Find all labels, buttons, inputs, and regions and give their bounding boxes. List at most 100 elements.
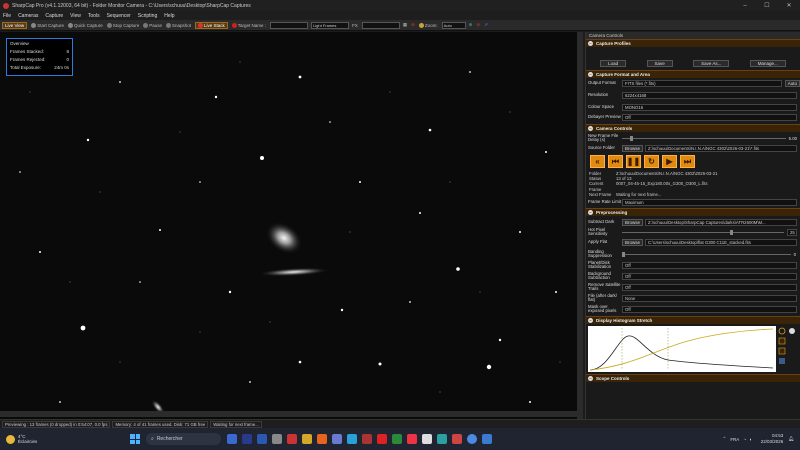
colour-space-select[interactable]: MONO16	[622, 103, 797, 111]
step-back-icon[interactable]: ⏮	[608, 155, 623, 168]
browse-source-button[interactable]: Browse	[622, 144, 644, 152]
grid-icon[interactable]: ▦	[403, 22, 407, 28]
weather-widget[interactable]: 4°C Éclaircies	[0, 434, 130, 444]
rewind-icon[interactable]: «	[590, 155, 605, 168]
zoom-out-icon[interactable]: ⊖	[476, 22, 480, 28]
clock[interactable]: 04:53 22/03/2026	[761, 433, 784, 445]
menu-cameras[interactable]: Cameras	[18, 13, 38, 19]
source-folder-input[interactable]: Z:\schuuu\Documents\N.I.N.A\NGC 4302\202…	[645, 144, 797, 152]
app-icon-green[interactable]	[392, 434, 402, 444]
netflix-icon[interactable]	[377, 434, 387, 444]
app-icon-crimson[interactable]	[452, 434, 462, 444]
hot-pixel-value[interactable]: 25	[787, 228, 797, 236]
app-icon-blue[interactable]	[257, 434, 267, 444]
mask-pixels-select[interactable]: Off	[622, 305, 797, 313]
app-icon-red[interactable]	[362, 434, 372, 444]
save-button[interactable]: Save	[646, 60, 673, 67]
fx-select[interactable]	[361, 21, 400, 29]
sharpcap-taskbar-icon[interactable]	[287, 434, 297, 444]
new-frame-delay-value[interactable]: 5.00	[789, 136, 797, 141]
browse-dark-button[interactable]: Browse	[622, 218, 644, 226]
zoom-select[interactable]: Auto	[441, 21, 466, 29]
menu-sequencer[interactable]: Sequencer	[107, 13, 131, 19]
pause-icon[interactable]: ❚❚	[626, 155, 641, 168]
menu-help[interactable]: Help	[164, 13, 174, 19]
section-histogram[interactable]: − Display Histogram Stretch	[586, 316, 800, 325]
frame-type-select[interactable]: Light Frames	[311, 21, 350, 29]
save-as-button[interactable]: Save As...	[693, 60, 730, 67]
file-after-select[interactable]: None	[622, 294, 797, 302]
auto-button[interactable]: Auto	[784, 79, 800, 87]
apply-flat-select[interactable]: C:\Users\schuuu\Desktop\flat G300 C11E_s…	[645, 238, 797, 246]
close-icon[interactable]: ✕	[778, 2, 800, 9]
minimize-icon[interactable]: –	[734, 3, 756, 9]
app-icon-grey[interactable]	[272, 434, 282, 444]
file-explorer-icon[interactable]	[302, 434, 312, 444]
photoshop-icon[interactable]	[242, 434, 252, 444]
menu-capture[interactable]: Capture	[45, 13, 63, 19]
app-icon-purple[interactable]	[332, 434, 342, 444]
load-button[interactable]: Load	[600, 60, 627, 67]
network-icon[interactable]: ◔	[743, 437, 746, 442]
banding-value[interactable]: 0	[794, 252, 796, 257]
banding-slider[interactable]	[622, 251, 791, 257]
reticle-icon[interactable]: ⊕	[411, 22, 415, 28]
pause-button[interactable]: Pause	[143, 22, 162, 28]
slider-thumb[interactable]	[622, 251, 625, 257]
zoom-in-icon[interactable]: ⊕	[469, 22, 473, 28]
image-viewer[interactable]: Overview Frames Stacked: 8 Frames Rejecte…	[0, 32, 583, 419]
volume-icon[interactable]: ◖	[749, 437, 752, 442]
app-icon-white[interactable]	[422, 434, 432, 444]
slider-thumb[interactable]	[730, 229, 733, 235]
new-frame-delay-slider[interactable]	[622, 135, 786, 141]
maximize-icon[interactable]: ☐	[756, 2, 778, 9]
restart-icon[interactable]: ↻	[644, 155, 659, 168]
stop-capture-button[interactable]: Stop Capture	[106, 22, 139, 28]
app-icon-orange[interactable]	[407, 434, 417, 444]
section-camera-controls[interactable]: − Camera Controls	[586, 124, 800, 132]
section-scope-controls[interactable]: − Scope Controls	[586, 374, 800, 383]
edge-icon[interactable]	[347, 434, 357, 444]
menu-tools[interactable]: Tools	[88, 13, 100, 19]
section-capture-profiles[interactable]: − Capture Profiles	[586, 39, 800, 47]
task-view-icon[interactable]	[227, 434, 237, 444]
step-forward-icon[interactable]: ⏭	[680, 155, 695, 168]
quick-capture-button[interactable]: Quick Capture	[67, 22, 103, 28]
chrome-icon[interactable]	[467, 434, 477, 444]
viewer-vertical-scrollbar[interactable]	[577, 32, 583, 419]
firefox-icon[interactable]	[317, 434, 327, 444]
background-subtraction-select[interactable]: Off	[622, 272, 797, 280]
windows-start-icon[interactable]	[130, 434, 140, 444]
tray-chevron-icon[interactable]: ⌃	[723, 436, 727, 442]
target-name-input[interactable]	[270, 21, 309, 29]
pointer-icon[interactable]: ➚	[484, 22, 488, 28]
notification-icon[interactable]: 🔔︎	[788, 436, 794, 442]
frame-rate-select[interactable]: Maximum	[622, 198, 797, 206]
menu-view[interactable]: View	[70, 13, 81, 19]
play-icon[interactable]: ▶	[662, 155, 677, 168]
app-icon-navy[interactable]	[482, 434, 492, 444]
debayer-select[interactable]: Off	[622, 113, 797, 121]
taskbar-search[interactable]: ⌕ Rechercher	[146, 433, 221, 445]
browse-flat-button[interactable]: Browse	[622, 238, 644, 246]
hot-pixel-slider[interactable]	[622, 229, 784, 235]
histogram-chart[interactable]	[588, 326, 799, 373]
start-capture-button[interactable]: Start Capture	[31, 22, 64, 28]
live-stack-button[interactable]: Live Stack	[195, 21, 228, 29]
subtract-dark-select[interactable]: Z:\schuuu\Desktop\SharpCap Captures\dark…	[645, 218, 797, 226]
viewer-horizontal-scrollbar[interactable]	[0, 411, 577, 417]
section-preprocessing[interactable]: − Preprocessing	[586, 208, 800, 217]
app-icon-teal[interactable]	[437, 434, 447, 444]
slider-thumb[interactable]	[630, 135, 633, 141]
manage-button[interactable]: Manage...	[749, 60, 786, 67]
section-capture-format[interactable]: − Capture Format and Area	[586, 70, 800, 78]
language-indicator[interactable]: FRA	[730, 437, 739, 442]
menu-scripting[interactable]: Scripting	[138, 13, 157, 19]
satellite-trails-select[interactable]: Off	[622, 283, 797, 291]
planet-stabilization-select[interactable]: Off	[622, 261, 797, 269]
resolution-select[interactable]: 6224x4168	[622, 91, 797, 99]
menu-file[interactable]: File	[3, 13, 11, 19]
output-format-select[interactable]: FITS files (*.fits)	[622, 79, 782, 87]
live-view-button[interactable]: Live View	[2, 21, 28, 29]
snapshot-button[interactable]: Snapshot	[166, 22, 191, 28]
